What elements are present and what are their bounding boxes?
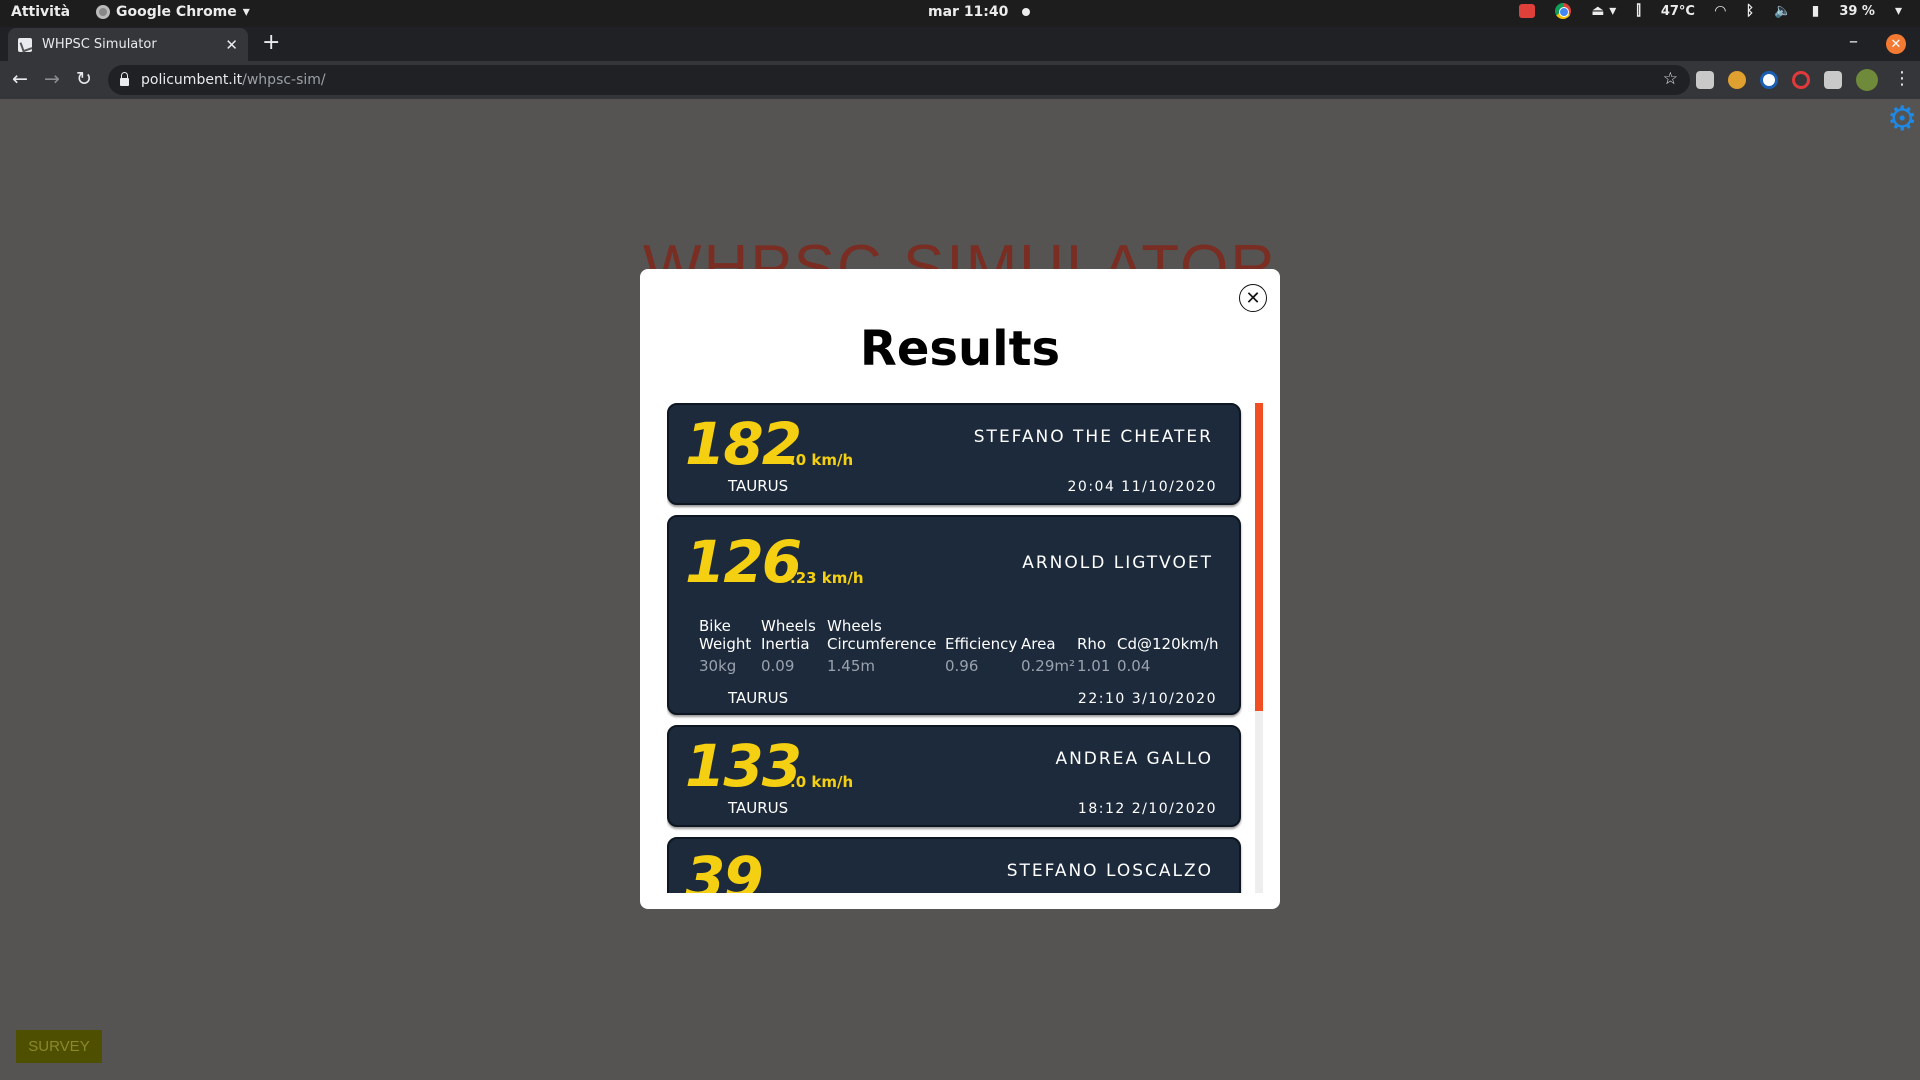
param-area: Area 0.29m² [1021, 635, 1076, 675]
speed-unit: .23 km/h [790, 569, 864, 587]
reload-icon[interactable]: ↻ [76, 68, 92, 90]
results-list[interactable]: 182 .0 km/h STEFANO THE CHEATER TAURUS 2… [667, 403, 1243, 893]
param-efficiency: Efficiency 0.96 [945, 635, 1018, 675]
activities-button[interactable]: Attività [11, 4, 70, 20]
volume-icon[interactable]: 🔈 [1774, 3, 1791, 19]
param-wheels-inertia: Wheels Inertia 0.09 [761, 617, 816, 675]
forward-arrow-icon[interactable]: → [44, 68, 60, 90]
lock-icon[interactable] [120, 72, 129, 86]
result-card[interactable]: 39 STEFANO LOSCALZO [667, 837, 1241, 893]
param-bike-weight: Bike Weight 30kg [699, 617, 752, 675]
speed-unit: .0 km/h [790, 773, 854, 791]
thermometer-icon: ⫿ [1636, 3, 1641, 19]
modal-title: Results [859, 321, 1061, 377]
speed-value: 126 [685, 528, 802, 596]
results-modal: ✕ Results 182 .0 km/h STEFANO THE CHEATE… [640, 269, 1280, 909]
minimize-window-button[interactable]: – [1849, 31, 1858, 52]
param-value: 0.96 [945, 657, 979, 675]
close-modal-icon[interactable]: ✕ [1239, 284, 1267, 312]
parameters-table: Bike Weight 30kg Wheels Inertia 0.09 Whe… [699, 617, 1227, 677]
wifi-icon[interactable]: ◠ [1715, 3, 1726, 19]
address-bar[interactable]: policumbent.it/whpsc-sim/ ☆ [108, 65, 1690, 95]
tab-title: WHPSC Simulator [42, 37, 157, 52]
timestamp: 20:04 11/10/2020 [1067, 479, 1217, 495]
scrollbar-thumb[interactable] [1255, 403, 1263, 711]
extension-icon[interactable] [1696, 71, 1714, 89]
chrome-tray-icon[interactable] [1555, 3, 1572, 19]
bike-name: TAURUS [728, 477, 789, 495]
scrollbar[interactable] [1255, 403, 1263, 893]
rider-name: ANDREA GALLO [1055, 749, 1213, 769]
bluetooth-icon[interactable]: ᛒ [1746, 3, 1754, 19]
puzzle-icon[interactable] [1824, 71, 1842, 89]
settings-gear-icon[interactable]: ⚙ [1887, 102, 1917, 136]
rider-name: ARNOLD LIGTVOET [1022, 553, 1213, 573]
url-host: policumbent.it [141, 72, 243, 88]
bike-name: TAURUS [728, 689, 789, 707]
app-menu[interactable]: Google Chrome ▾ [96, 4, 250, 20]
new-tab-button[interactable]: + [262, 30, 280, 55]
param-value: 1.01 [1077, 657, 1111, 675]
result-card[interactable]: 133 .0 km/h ANDREA GALLO TAURUS 18:12 2/… [667, 725, 1241, 827]
survey-button[interactable]: SURVEY [16, 1030, 102, 1063]
avatar[interactable] [1856, 69, 1878, 91]
clock[interactable]: mar 11:40 [928, 4, 1031, 20]
timestamp: 18:12 2/10/2020 [1077, 801, 1217, 817]
param-cd: Cd@120km/h 0.04 [1117, 635, 1219, 675]
param-value: 0.09 [761, 657, 795, 675]
param-value: 0.04 [1117, 657, 1151, 675]
param-value: 0.29m² [1021, 657, 1076, 675]
result-card-expanded[interactable]: 126 .23 km/h ARNOLD LIGTVOET Bike Weight… [667, 515, 1241, 715]
app-menu-label: Google Chrome [116, 4, 237, 20]
tab-strip: WHPSC Simulator ✕ + – ✕ [0, 27, 1920, 61]
extension-icon[interactable] [1792, 71, 1810, 89]
speed-value: 133 [685, 732, 802, 800]
result-card[interactable]: 182 .0 km/h STEFANO THE CHEATER TAURUS 2… [667, 403, 1241, 505]
battery-icon: ▮ [1811, 3, 1820, 19]
url-path: /whpsc-sim/ [242, 72, 326, 88]
bike-name: TAURUS [728, 799, 789, 817]
timestamp: 22:10 3/10/2020 [1077, 691, 1217, 707]
speed-value: 182 [685, 410, 802, 478]
tab-whpsc-simulator[interactable]: WHPSC Simulator ✕ [8, 28, 248, 61]
system-top-bar: Attività Google Chrome ▾ mar 11:40 ⏏ ▾ ⫿… [0, 0, 1920, 27]
chevron-down-icon[interactable]: ▾ [1895, 3, 1902, 19]
chrome-icon [96, 5, 110, 19]
speed-unit: .0 km/h [790, 451, 854, 469]
param-value: 30kg [699, 657, 737, 675]
bookmark-star-icon[interactable]: ☆ [1663, 69, 1678, 89]
temperature-label[interactable]: 47°C [1661, 4, 1695, 19]
extension-icon[interactable] [1728, 71, 1746, 89]
param-wheels-circumference: Wheels Circumference 1.45m [827, 617, 937, 675]
browser-toolbar: ← → ↻ policumbent.it/whpsc-sim/ ☆ ⋮ [0, 61, 1920, 99]
system-tray: ⏏ ▾ ⫿ 47°C ◠ ᛒ 🔈 ▮ 39 % ▾ [1519, 3, 1902, 19]
rider-name: STEFANO THE CHEATER [973, 427, 1213, 447]
battery-label[interactable]: 39 % [1839, 4, 1875, 19]
close-window-button[interactable]: ✕ [1886, 34, 1906, 54]
eject-icon[interactable]: ⏏ ▾ [1591, 3, 1616, 19]
clock-label: mar 11:40 [928, 4, 1009, 20]
page-content: WHPSC SIMULATOR ⚙ SURVEY ✕ Results 182 .… [0, 99, 1920, 1080]
chevron-down-icon: ▾ [242, 4, 250, 20]
rider-name: STEFANO LOSCALZO [1006, 861, 1213, 881]
speed-value: 39 [685, 844, 764, 893]
param-rho: Rho 1.01 [1077, 635, 1111, 675]
back-arrow-icon[interactable]: ← [12, 68, 28, 90]
param-value: 1.45m [827, 657, 876, 675]
notification-dot-icon [1022, 8, 1031, 16]
close-tab-icon[interactable]: ✕ [225, 36, 238, 54]
extension-icon[interactable] [1760, 71, 1778, 89]
more-menu-icon[interactable]: ⋮ [1893, 68, 1911, 89]
screen-recorder-icon[interactable] [1519, 4, 1536, 18]
favicon-icon [18, 37, 32, 52]
